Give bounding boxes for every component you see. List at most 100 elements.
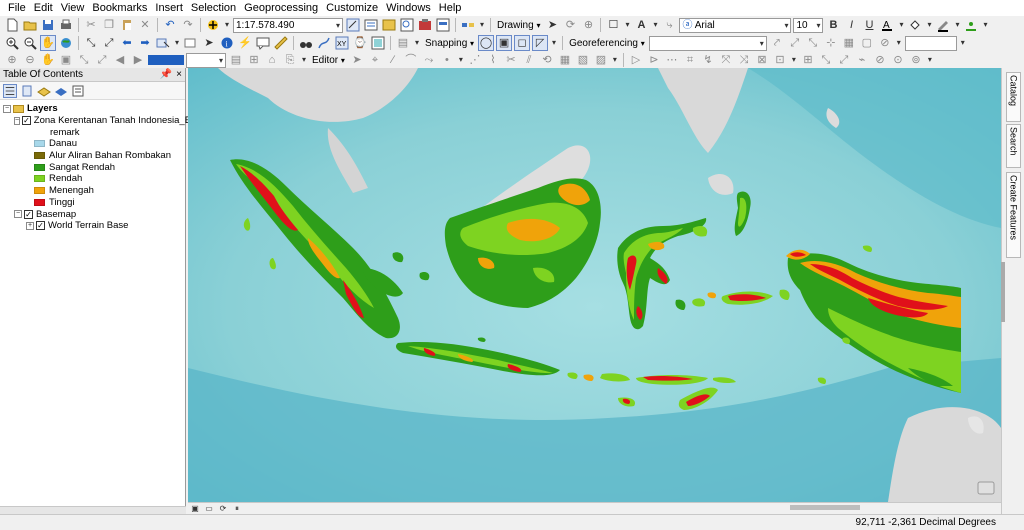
save-icon[interactable] (40, 17, 56, 33)
drawing-menu[interactable]: Drawing ▾ (495, 20, 542, 31)
find-route-icon[interactable] (316, 35, 332, 51)
collapse-layer-icon[interactable]: − (14, 116, 21, 125)
expand-basemap-layer-icon[interactable]: + (26, 221, 34, 230)
go-back-icon[interactable]: ⬅ (119, 35, 135, 51)
basemap-visibility-checkbox[interactable]: ✓ (24, 209, 33, 219)
basemap-layer-checkbox[interactable]: ✓ (36, 221, 45, 231)
tool-p-icon[interactable]: ⊚ (908, 52, 924, 68)
arctoolbox-icon[interactable] (417, 17, 433, 33)
magnifier-widget[interactable] (977, 481, 995, 495)
add-data-dropdown-icon[interactable]: ▾ (223, 17, 231, 33)
menu-selection[interactable]: Selection (187, 0, 240, 16)
text-dropdown-icon[interactable]: ▾ (651, 17, 659, 33)
georeferencing-layer-select[interactable]: ▾ (648, 35, 767, 51)
pin-icon[interactable]: 📌 (160, 69, 172, 80)
add-control-points-icon[interactable]: ⊹ (823, 35, 839, 51)
viewer-icon[interactable]: ▢ (859, 35, 875, 51)
menu-bookmarks[interactable]: Bookmarks (88, 0, 151, 16)
layout-zoom-out-icon[interactable]: ⊖ (22, 52, 38, 68)
tool-d-icon[interactable]: ⌗ (682, 52, 698, 68)
list-by-visibility-icon[interactable] (37, 84, 51, 98)
layout-zoom-100-icon[interactable]: ▣ (58, 52, 74, 68)
basemap-group-row[interactable]: − ✓ Basemap (0, 208, 185, 220)
tool-m-icon[interactable]: ⌁ (854, 52, 870, 68)
layer-row-zona[interactable]: − ✓ Zona Kerentanan Tanah Indonesia_ESDM (0, 115, 212, 127)
time-slider-icon[interactable]: ⌚ (352, 35, 368, 51)
layout-zoom-in-icon[interactable]: ⊕ (4, 52, 20, 68)
select-features-dropdown-icon[interactable]: ▾ (173, 35, 181, 51)
legend-item[interactable]: Rendah (0, 173, 185, 185)
tool-e-icon[interactable]: ↯ (700, 52, 716, 68)
edit-annotation-icon[interactable]: ⌖ (367, 52, 383, 68)
select-elements-arrow-icon[interactable]: ➤ (201, 35, 217, 51)
legend-item[interactable]: Tinggi (0, 197, 185, 209)
toolbar-options-6-icon[interactable]: ▾ (611, 52, 619, 68)
catalog-window-icon[interactable] (381, 17, 397, 33)
toolbar-options-7-icon[interactable]: ▾ (790, 52, 798, 68)
font-color-icon[interactable]: A (879, 17, 895, 33)
end-snapping-icon[interactable]: ▣ (496, 35, 513, 51)
undo-icon[interactable]: ↶ (162, 17, 178, 33)
delete-icon[interactable]: ✕ (137, 17, 153, 33)
georef-dropdown-icon[interactable]: ▾ (895, 35, 903, 51)
fixed-zoom-out-icon[interactable]: ⤢ (101, 35, 117, 51)
tool-n-icon[interactable]: ⊘ (872, 52, 888, 68)
refresh-icon[interactable]: ⟳ (218, 504, 228, 514)
legend-item[interactable]: Sangat Rendah (0, 161, 185, 173)
zoom-whole-page-icon[interactable]: ⊕ (580, 17, 596, 33)
layer-visibility-checkbox[interactable]: ✓ (22, 116, 31, 126)
focus-data-frame-icon[interactable]: ⊞ (246, 52, 262, 68)
toggle-draft-icon[interactable]: ▤ (228, 52, 244, 68)
tool-b-icon[interactable]: ⊳ (646, 52, 662, 68)
data-driven-pages-icon[interactable]: ⎘ (282, 52, 298, 68)
sketch-properties-icon[interactable]: ▧ (575, 52, 591, 68)
tool-k-icon[interactable]: ⤡ (818, 52, 834, 68)
vertex-snapping-icon[interactable]: ◻ (514, 35, 531, 51)
fixed-zoom-in-icon[interactable]: ⤡ (83, 35, 99, 51)
go-to-xy-icon[interactable]: XY (334, 35, 350, 51)
cut-polygons-icon[interactable]: ✂ (503, 52, 519, 68)
legend-item[interactable]: Menengah (0, 185, 185, 197)
toolbar-options-icon[interactable]: ▾ (478, 17, 486, 33)
rectangle-dropdown-icon[interactable]: ▾ (623, 17, 631, 33)
marker-color-icon[interactable] (963, 17, 979, 33)
go-forward-icon[interactable]: ➡ (137, 35, 153, 51)
full-extent-globe-icon[interactable] (58, 35, 74, 51)
tool-o-icon[interactable]: ⊙ (890, 52, 906, 68)
close-icon[interactable]: × (176, 69, 182, 80)
search-tab[interactable]: Search (1006, 124, 1021, 168)
map-vertical-scrollbar[interactable] (1001, 262, 1005, 322)
construct-dropdown-icon[interactable]: ▾ (457, 52, 465, 68)
tool-j-icon[interactable]: ⊞ (800, 52, 816, 68)
rotate-feature-icon[interactable]: ⟲ (539, 52, 555, 68)
table-of-contents-icon[interactable] (363, 17, 379, 33)
layout-pan-icon[interactable]: ✋ (40, 52, 56, 68)
underline-button[interactable]: U (861, 17, 877, 33)
model-builder-icon[interactable] (460, 17, 476, 33)
new-document-icon[interactable] (4, 17, 20, 33)
find-binoculars-icon[interactable] (298, 35, 314, 51)
font-name-select[interactable]: ⓐ Arial ▾ (679, 17, 792, 33)
create-features-icon[interactable]: ▨ (593, 52, 609, 68)
georef-rotate-icon[interactable]: ⤤ (769, 35, 785, 51)
tool-g-icon[interactable]: ⤨ (736, 52, 752, 68)
data-view-icon[interactable]: ▣ (190, 504, 200, 514)
toolbar-options-4-icon[interactable]: ▾ (959, 35, 967, 51)
font-color-dropdown-icon[interactable]: ▾ (897, 17, 905, 33)
hyperlink-icon[interactable]: ⚡ (237, 35, 253, 51)
toc-options-icon[interactable] (71, 84, 85, 98)
fill-color-icon[interactable] (907, 17, 923, 33)
menu-windows[interactable]: Windows (382, 0, 435, 16)
select-by-graphics-icon[interactable] (155, 35, 171, 51)
zoom-percent-bar[interactable] (148, 55, 184, 65)
georef-input[interactable] (904, 35, 957, 51)
menu-insert[interactable]: Insert (151, 0, 187, 16)
tool-f-icon[interactable]: ⤧ (718, 52, 734, 68)
add-data-icon[interactable] (205, 17, 221, 33)
tool-c-icon[interactable]: ⋯ (664, 52, 680, 68)
tool-l-icon[interactable]: ⤢ (836, 52, 852, 68)
georef-extra-icon[interactable]: ⊘ (877, 35, 893, 51)
point-snapping-icon[interactable]: ◯ (478, 35, 495, 51)
identify-icon[interactable]: i (219, 35, 235, 51)
measure-icon[interactable] (273, 35, 289, 51)
